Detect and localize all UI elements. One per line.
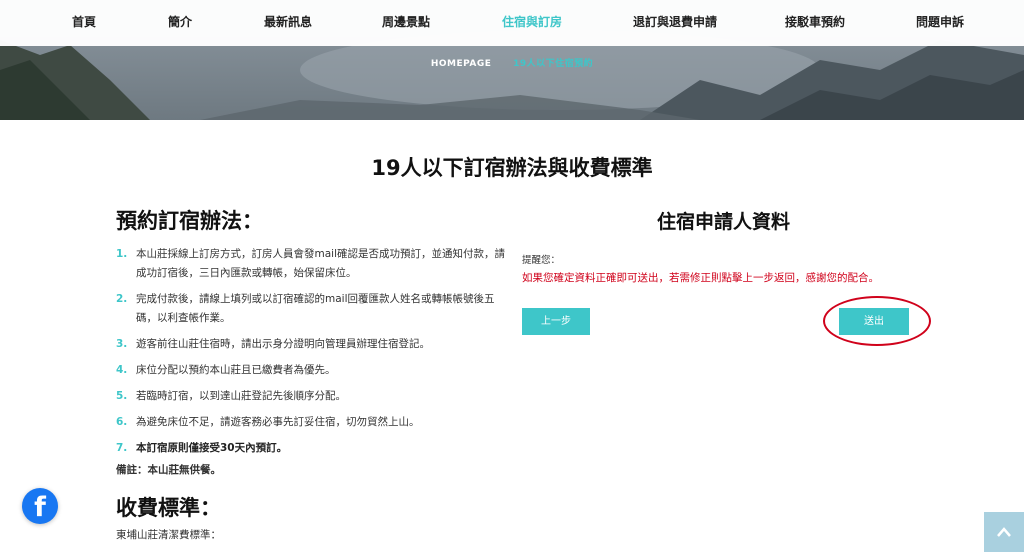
nav-item-intro[interactable]: 簡介 bbox=[168, 0, 192, 46]
rule-item: 6. 為避免床位不足，請遊客務必事先訂妥住宿，切勿貿然上山。 bbox=[116, 413, 506, 432]
rule-number: 6. bbox=[116, 416, 128, 428]
applicant-info-title: 住宿申請人資料 bbox=[656, 211, 790, 233]
submit-button[interactable]: 送出 bbox=[839, 308, 909, 335]
facebook-button[interactable]: f bbox=[22, 488, 58, 524]
rule-item: 2. 完成付款後，請線上填列或以訂宿確認的mail回覆匯款人姓名或轉帳帳號後五碼，… bbox=[116, 290, 506, 328]
no-meal-note: 備註：本山莊無供餐。 bbox=[116, 464, 221, 476]
rule-item: 1. 本山莊採線上訂房方式，訂房人員會發mail確認是否成功預訂，並通知付款，請成… bbox=[116, 245, 506, 283]
rule-number: 2. bbox=[116, 293, 128, 305]
rule-text: 為避免床位不足，請遊客務必事先訂妥住宿，切勿貿然上山。 bbox=[136, 416, 420, 428]
rule-number: 4. bbox=[116, 364, 128, 376]
rule-item: 7. 本訂宿原則僅接受30天內預訂。 bbox=[116, 439, 506, 458]
previous-step-button[interactable]: 上一步 bbox=[522, 308, 590, 335]
booking-rules-heading: 預約訂宿辦法： bbox=[116, 209, 263, 233]
rule-text: 完成付款後，請線上填列或以訂宿確認的mail回覆匯款人姓名或轉帳帳號後五碼，以利… bbox=[136, 293, 495, 324]
back-to-top-button[interactable] bbox=[984, 512, 1024, 552]
nav-item-news[interactable]: 最新訊息 bbox=[264, 0, 312, 46]
nav-item-attractions[interactable]: 周邊景點 bbox=[382, 0, 430, 46]
chevron-up-icon bbox=[997, 527, 1011, 537]
rule-text: 床位分配以預約本山莊且已繳費者為優先。 bbox=[136, 364, 336, 376]
rule-item: 4. 床位分配以預約本山莊且已繳費者為優先。 bbox=[116, 361, 506, 380]
nav-item-complaint[interactable]: 問題申訴 bbox=[916, 0, 964, 46]
breadcrumb-home[interactable]: HOMEPAGE bbox=[431, 59, 492, 69]
rule-text: 若臨時訂宿，以到達山莊登記先後順序分配。 bbox=[136, 390, 346, 402]
main-nav: 首頁 簡介 最新訊息 周邊景點 住宿與訂房 退訂與退費申請 接駁車預約 問題申訴 bbox=[0, 0, 1024, 46]
rule-number: 3. bbox=[116, 338, 128, 350]
reminder-label: 提醒您： bbox=[522, 255, 561, 266]
nav-item-lodging[interactable]: 住宿與訂房 bbox=[502, 0, 562, 46]
fee-standard-heading: 收費標準： bbox=[116, 496, 221, 520]
breadcrumb-current: 19人以下住宿預約 bbox=[513, 59, 594, 69]
fee-standard-subtitle: 東埔山莊清潔費標準： bbox=[116, 529, 221, 541]
reminder-message: 如果您確定資料正確即可送出，若需修正則點擊上一步返回，感謝您的配合。 bbox=[522, 272, 879, 284]
page-title: 19人以下訂宿辦法與收費標準 bbox=[371, 156, 653, 180]
rule-text: 本山莊採線上訂房方式，訂房人員會發mail確認是否成功預訂，並通知付款，請成功訂… bbox=[136, 248, 505, 279]
rule-number: 7. bbox=[116, 442, 128, 454]
rule-item: 5. 若臨時訂宿，以到達山莊登記先後順序分配。 bbox=[116, 387, 506, 406]
booking-rules-section: 預約訂宿辦法： 1. 本山莊採線上訂房方式，訂房人員會發mail確認是否成功預訂，… bbox=[116, 205, 506, 477]
breadcrumb: HOMEPAGE 19人以下住宿預約 bbox=[0, 56, 1024, 69]
nav-item-refund[interactable]: 退訂與退費申請 bbox=[633, 0, 717, 46]
rule-text: 本訂宿原則僅接受30天內預訂。 bbox=[136, 442, 288, 454]
nav-item-shuttle[interactable]: 接駁車預約 bbox=[785, 0, 845, 46]
rule-number: 5. bbox=[116, 390, 128, 402]
rule-item: 3. 遊客前往山莊住宿時，請出示身分證明向管理員辦理住宿登記。 bbox=[116, 335, 506, 354]
rule-text: 遊客前往山莊住宿時，請出示身分證明向管理員辦理住宿登記。 bbox=[136, 338, 430, 350]
booking-rules-list: 1. 本山莊採線上訂房方式，訂房人員會發mail確認是否成功預訂，並通知付款，請成… bbox=[116, 245, 506, 458]
rule-number: 1. bbox=[116, 248, 128, 260]
nav-item-home[interactable]: 首頁 bbox=[72, 0, 96, 46]
facebook-icon: f bbox=[34, 492, 46, 523]
